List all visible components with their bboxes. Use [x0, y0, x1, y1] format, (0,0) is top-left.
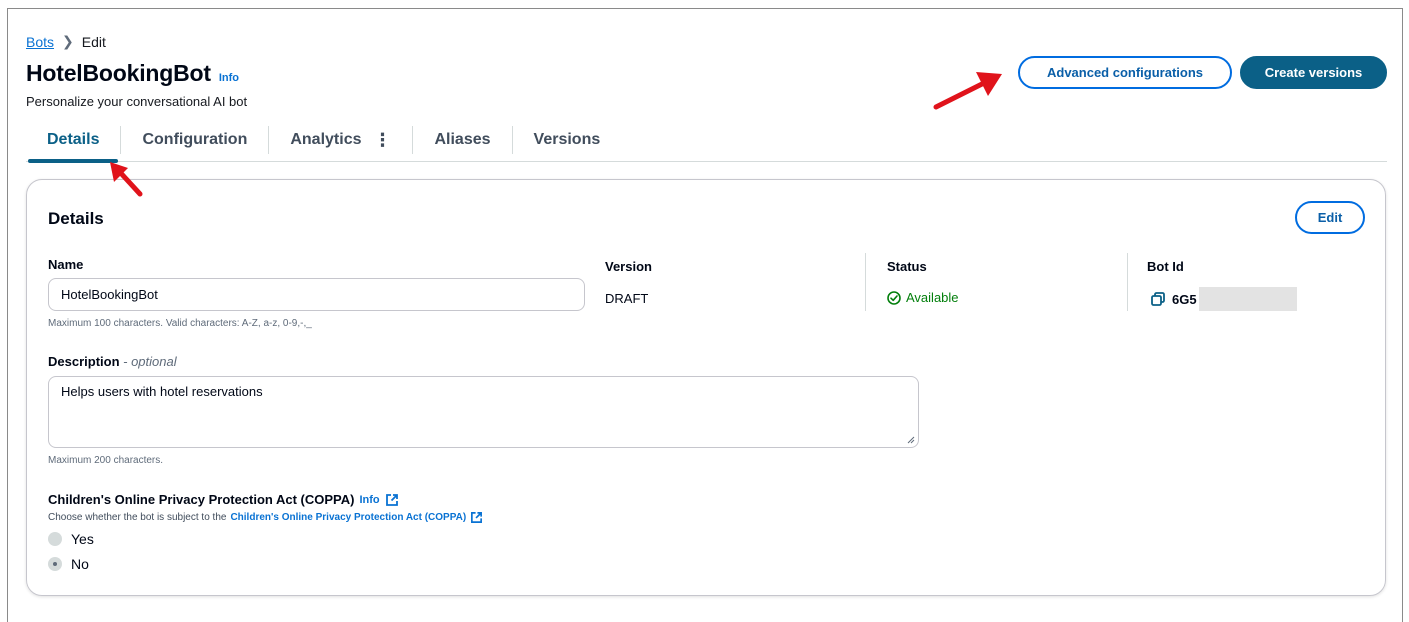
- chevron-right-icon: ❯: [62, 33, 74, 49]
- version-label: Version: [605, 259, 652, 274]
- coppa-title: Children's Online Privacy Protection Act…: [48, 492, 355, 507]
- breadcrumb: Bots ❯ Edit: [26, 33, 106, 50]
- description-textarea[interactable]: Helps users with hotel reservations: [48, 376, 919, 448]
- check-circle-icon: [887, 290, 901, 305]
- tab-details[interactable]: Details: [26, 125, 120, 163]
- description-hint: Maximum 200 characters.: [48, 455, 164, 466]
- coppa-desc-link[interactable]: Children's Online Privacy Protection Act…: [230, 512, 466, 523]
- radio-no-label: No: [71, 556, 89, 572]
- breadcrumb-bots-link[interactable]: Bots: [26, 34, 54, 50]
- page-title: HotelBookingBot: [26, 60, 211, 86]
- radio-yes[interactable]: Yes: [48, 531, 94, 547]
- description-label-text: Description: [48, 354, 120, 369]
- column-divider: [865, 253, 866, 311]
- botid-field: 6G5: [1151, 287, 1297, 311]
- radio-yes-control[interactable]: [48, 532, 62, 546]
- botid-label: Bot Id: [1147, 259, 1184, 274]
- card-title: Details: [48, 209, 104, 228]
- tab-configuration[interactable]: Configuration: [121, 125, 268, 155]
- copy-icon[interactable]: [1151, 292, 1165, 306]
- column-divider: [1127, 253, 1128, 311]
- tab-versions[interactable]: Versions: [513, 125, 622, 155]
- name-input[interactable]: HotelBookingBot: [48, 278, 585, 311]
- breadcrumb-current: Edit: [81, 33, 106, 50]
- radio-yes-label: Yes: [71, 531, 94, 547]
- name-hint: Maximum 100 characters. Valid characters…: [48, 318, 312, 329]
- resize-handle-icon[interactable]: [907, 436, 915, 444]
- advanced-configurations-button[interactable]: Advanced configurations: [1018, 56, 1232, 89]
- status-label: Status: [887, 259, 927, 274]
- coppa-description: Choose whether the bot is subject to the…: [48, 511, 483, 524]
- version-value: DRAFT: [605, 291, 649, 306]
- status-badge: Available: [887, 290, 959, 305]
- page-header: HotelBookingBot Info: [26, 60, 239, 87]
- coppa-desc-text: Choose whether the bot is subject to the: [48, 512, 227, 523]
- create-versions-button[interactable]: Create versions: [1240, 56, 1387, 89]
- description-label: Description - optional: [48, 354, 177, 369]
- tab-analytics[interactable]: Analytics ⋮: [269, 125, 412, 155]
- radio-no-control[interactable]: [48, 557, 62, 571]
- details-card: Details Edit Name HotelBookingBot Maximu…: [26, 179, 1386, 596]
- title-info-link[interactable]: Info: [219, 72, 239, 84]
- tab-aliases[interactable]: Aliases: [413, 125, 511, 155]
- name-label: Name: [48, 257, 84, 272]
- coppa-heading: Children's Online Privacy Protection Act…: [48, 492, 399, 507]
- coppa-info-link[interactable]: Info: [359, 494, 379, 506]
- kebab-menu-icon[interactable]: ⋮: [373, 130, 391, 151]
- tab-bar: Details Configuration Analytics ⋮ Aliase…: [26, 119, 1387, 163]
- redacted-block: [1198, 287, 1297, 311]
- description-value: Helps users with hotel reservations: [61, 384, 263, 399]
- botid-value: 6G5: [1172, 291, 1197, 307]
- tab-analytics-label: Analytics: [290, 131, 362, 148]
- external-link-icon[interactable]: [385, 493, 399, 507]
- status-value: Available: [906, 290, 959, 305]
- optional-tag: - optional: [123, 354, 177, 369]
- radio-no[interactable]: No: [48, 556, 89, 572]
- edit-button[interactable]: Edit: [1295, 201, 1365, 234]
- page-subtitle: Personalize your conversational AI bot: [26, 94, 248, 109]
- external-link-icon[interactable]: [470, 511, 483, 524]
